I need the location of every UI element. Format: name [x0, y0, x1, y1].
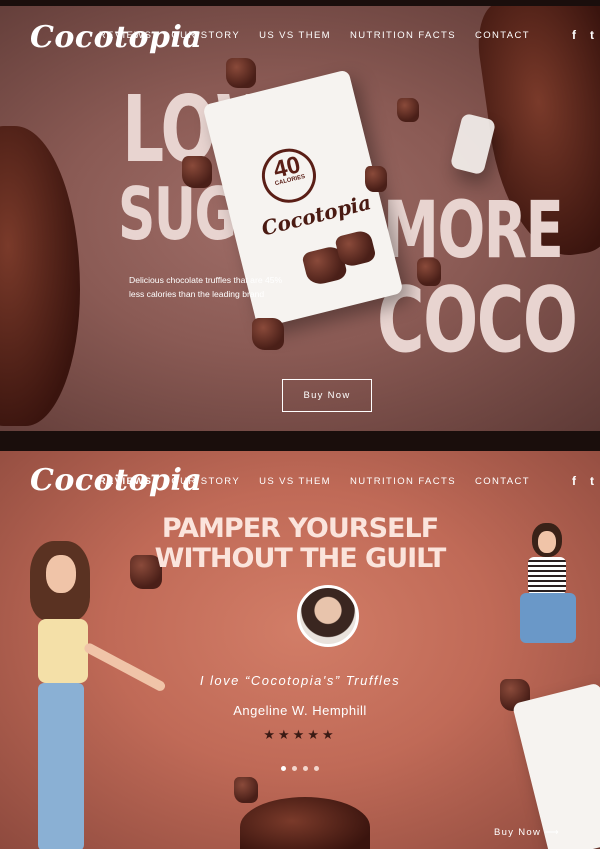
nav-nutrition-facts[interactable]: NUTRITION FACTS	[350, 476, 456, 487]
avatar	[297, 585, 359, 647]
nav-nutrition-facts[interactable]: NUTRITION FACTS	[350, 30, 456, 41]
headline-more: MORE	[383, 186, 564, 276]
small-pouch-decor	[449, 112, 497, 176]
carousel-dot[interactable]	[292, 766, 297, 771]
nav-contact[interactable]: CONTACT	[475, 30, 530, 41]
truffle-decor	[182, 156, 212, 188]
nav-reviews[interactable]: REVIEWS	[99, 476, 153, 487]
chocolate-bottom-decor	[240, 797, 370, 849]
testimonial-author: Angeline W. Hemphill	[233, 703, 367, 718]
jeans	[520, 593, 576, 643]
rating-stars: ★★★★★	[263, 727, 337, 742]
truffle-decor	[226, 58, 256, 88]
testimonial-quote: I love “Cocotopia's” Truffles	[199, 673, 401, 688]
nav-contact[interactable]: CONTACT	[475, 476, 530, 487]
truffle-decor	[234, 777, 258, 803]
twitter-icon[interactable]: t	[590, 474, 594, 488]
nav-our-story[interactable]: OUR STORY	[171, 476, 240, 487]
facebook-icon[interactable]: f	[572, 28, 576, 42]
carousel-dot[interactable]	[303, 766, 308, 771]
carousel-dots	[0, 766, 600, 771]
carousel-dot[interactable]	[281, 766, 286, 771]
buy-now-button[interactable]: Buy Now	[282, 379, 372, 412]
nav-our-story[interactable]: OUR STORY	[171, 30, 240, 41]
testimonial-headline-line1: PAMPER YOURSELF	[161, 513, 439, 544]
nav-us-vs-them[interactable]: US VS THEM	[259, 30, 331, 41]
calories-badge: 40 CALORIES	[256, 142, 322, 209]
nav-reviews[interactable]: REVIEWS	[99, 30, 153, 41]
nav-us-vs-them[interactable]: US VS THEM	[259, 476, 331, 487]
truffle-decor	[397, 98, 419, 122]
facebook-icon[interactable]: f	[572, 474, 576, 488]
social-links: f t	[572, 474, 594, 488]
chocolate-left-decor	[0, 126, 80, 426]
main-nav: REVIEWS OUR STORY US VS THEM NUTRITION F…	[99, 30, 530, 41]
testimonial-headline-line2: WITHOUT THE GUILT	[154, 543, 447, 574]
hero-tagline: Delicious chocolate truffles that are 45…	[129, 275, 283, 299]
headline-coco: COCO	[377, 268, 578, 373]
truffle-decor	[365, 166, 387, 192]
main-nav: REVIEWS OUR STORY US VS THEM NUTRITION F…	[99, 476, 530, 487]
truffle-decor	[252, 318, 284, 350]
hero-section: Cocotopia REVIEWS OUR STORY US VS THEM N…	[0, 6, 600, 431]
carousel-dot[interactable]	[314, 766, 319, 771]
buy-now-link[interactable]: Buy Now ⟶	[494, 827, 560, 838]
testimonial-section: Cocotopia REVIEWS OUR STORY US VS THEM N…	[0, 451, 600, 849]
social-links: f t	[572, 28, 594, 42]
truffle-decor	[417, 258, 441, 286]
twitter-icon[interactable]: t	[590, 28, 594, 42]
